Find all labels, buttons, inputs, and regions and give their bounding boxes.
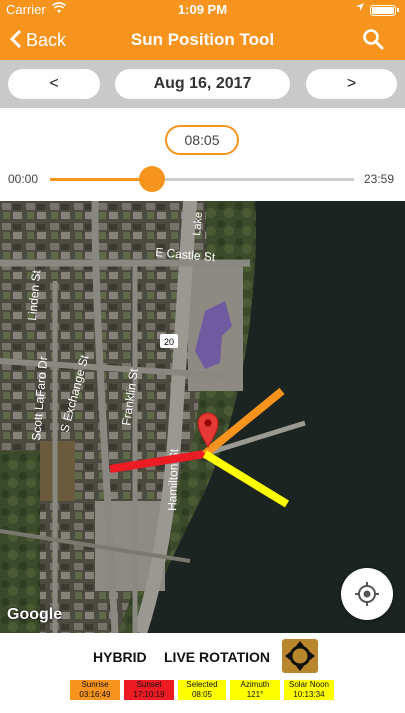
street-label-lake: Lake (191, 211, 205, 236)
time-slider-track[interactable] (50, 178, 354, 181)
date-navigation: < Aug 16, 2017 > (0, 60, 405, 108)
legend-selected: Selected 08:05 (178, 680, 226, 700)
rotate-compass-icon (285, 641, 315, 671)
legend-sunset-value: 17:10:19 (133, 690, 165, 699)
nav-bar: Back Sun Position Tool (0, 20, 405, 60)
battery-icon (370, 5, 399, 16)
legend-sunrise: Sunrise 03:16:49 (70, 680, 120, 700)
legend-azimuth-value: 121° (246, 690, 264, 699)
legend-azimuth: Azimuth 121° (230, 680, 280, 700)
rotation-toggle-button[interactable] (282, 639, 318, 673)
bottom-toolbar: HYBRID LIVE ROTATION Sunrise 03:16:49 Su… (0, 633, 405, 713)
time-slider-thumb[interactable] (139, 166, 166, 192)
legend-solar-noon: Solar Noon 10:13:34 (284, 680, 334, 700)
next-day-button[interactable]: > (306, 69, 397, 99)
legend-selected-title: Selected (186, 680, 218, 689)
legend-sunset: Sunset 17:10:19 (124, 680, 174, 700)
legend-azimuth-title: Azimuth (240, 680, 270, 689)
status-bar: Carrier 1:09 PM (0, 0, 405, 20)
date-picker-button[interactable]: Aug 16, 2017 (115, 69, 290, 99)
slider-max-label: 23:59 (364, 172, 395, 186)
google-logo: Google (7, 606, 63, 623)
selected-time-display: 08:05 (165, 125, 239, 155)
chevron-left-icon (9, 29, 22, 51)
legend-sunrise-value: 03:16:49 (79, 690, 111, 699)
my-location-button[interactable] (341, 568, 393, 620)
slider-min-label: 00:00 (8, 172, 39, 186)
route-20-label: 20 (164, 337, 174, 347)
legend-sunrise-title: Sunrise (81, 680, 109, 689)
status-time: 1:09 PM (177, 2, 228, 17)
legend-solar-noon-value: 10:13:34 (293, 690, 325, 699)
location-arrow-icon (355, 2, 365, 15)
hybrid-map-button[interactable]: HYBRID (93, 649, 147, 665)
back-label: Back (26, 29, 67, 50)
live-rotation-button[interactable]: LIVE ROTATION (164, 649, 270, 665)
legend-solar-noon-title: Solar Noon (288, 680, 330, 689)
legend-sunset-title: Sunset (136, 680, 162, 689)
search-icon[interactable] (362, 28, 384, 50)
time-slider-fill (50, 178, 153, 181)
back-button[interactable]: Back (9, 29, 67, 51)
previous-day-button[interactable]: < (8, 69, 100, 99)
legend-selected-value: 08:05 (191, 690, 213, 699)
crosshair-icon (355, 582, 379, 606)
